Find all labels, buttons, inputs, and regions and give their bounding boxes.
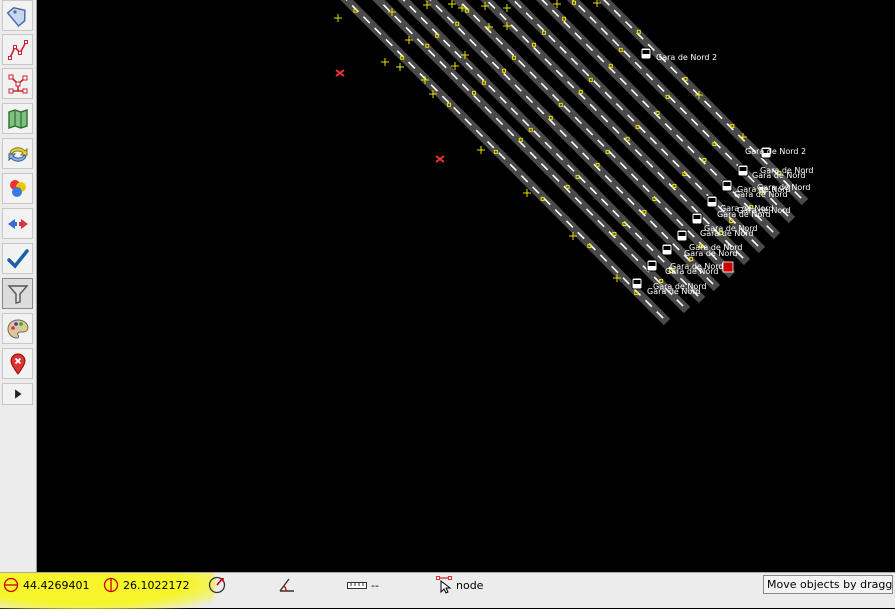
station-label: Gara de Nord <box>700 229 754 238</box>
filter-icon <box>6 284 29 304</box>
draw-way-icon <box>7 39 28 60</box>
relation-icon <box>8 74 27 93</box>
crossing-node[interactable] <box>503 4 511 12</box>
bus-stop-window[interactable] <box>642 50 650 54</box>
bus-stop-window[interactable] <box>663 246 671 250</box>
tag-icon <box>6 6 26 27</box>
remove-marker-button[interactable] <box>2 348 33 379</box>
bus-stop-window[interactable] <box>678 232 686 236</box>
bus-stop-window[interactable] <box>708 198 716 202</box>
bus-stop-window[interactable] <box>693 215 701 219</box>
station-label: Gara de Nord <box>737 206 791 215</box>
ruler-icon <box>347 582 367 589</box>
left-toolbar <box>0 0 37 572</box>
crossing-node[interactable] <box>396 63 404 71</box>
layers-button[interactable] <box>2 173 33 204</box>
bus-stop-window[interactable] <box>723 182 731 186</box>
map-canvas[interactable] <box>37 0 895 572</box>
map-button[interactable] <box>2 103 33 134</box>
expand-arrow-icon <box>14 389 21 399</box>
draw-way-button[interactable] <box>2 34 33 65</box>
paint-style-button[interactable] <box>2 313 33 344</box>
crossing-node[interactable] <box>334 14 342 22</box>
station-label: Gara de Nord 2 <box>745 147 807 156</box>
crossing-node[interactable] <box>477 146 485 154</box>
refresh-button[interactable] <box>2 138 33 169</box>
crossing-node[interactable] <box>381 58 389 66</box>
station-label: Gara de Nord <box>665 267 719 276</box>
bus-stop-window[interactable] <box>739 167 747 171</box>
distance-display: -- <box>347 575 379 595</box>
heading-display <box>208 575 230 595</box>
filter-button[interactable] <box>2 278 33 309</box>
longitude-display: 26.1022172 <box>103 575 189 595</box>
merge-button[interactable] <box>2 208 33 239</box>
bus-stop-window[interactable] <box>633 280 641 284</box>
layers-icon <box>9 179 26 197</box>
station-label: Gara de Nord 2 <box>656 53 718 62</box>
error-marker[interactable] <box>335 69 345 77</box>
node-select-icon <box>436 576 452 594</box>
expand-toolbar-button[interactable] <box>2 383 33 405</box>
angle-icon <box>279 578 294 592</box>
distance-value: -- <box>371 578 379 592</box>
angle-display <box>278 575 300 595</box>
bus-stop-window[interactable] <box>648 262 656 266</box>
station-label: Gara de Nord <box>752 171 806 180</box>
paint-palette-icon <box>6 318 29 339</box>
longitude-icon <box>103 577 119 593</box>
remove-marker-icon <box>9 353 26 375</box>
tag-button[interactable] <box>2 0 33 31</box>
relation-button[interactable] <box>2 68 33 99</box>
validate-check-icon <box>6 248 29 269</box>
map-icon <box>7 108 28 129</box>
station-label: Gara de Nord <box>684 249 738 258</box>
help-text: Move objects by dragging; <box>763 575 893 594</box>
error-marker[interactable] <box>435 155 445 163</box>
mode-value: node <box>456 578 484 592</box>
latitude-icon <box>3 577 19 593</box>
merge-icon <box>7 218 28 229</box>
longitude-value: 26.1022172 <box>123 578 190 592</box>
compass-heading-icon <box>208 576 226 594</box>
latitude-value: 44.4269401 <box>23 578 90 592</box>
map-view[interactable]: Gara de Nord 2 Gara de Nord 2 Gara de Nord… <box>37 0 895 572</box>
selected-node[interactable] <box>722 261 734 273</box>
station-label: Gara de Nord <box>647 287 701 296</box>
status-bar: 44.4269401 26.1022172 -- node Move objec… <box>0 572 895 609</box>
station-label: Gara de Nord <box>757 183 811 192</box>
validate-button[interactable] <box>2 243 33 274</box>
refresh-icon <box>8 146 27 162</box>
latitude-display: 44.4269401 <box>3 575 89 595</box>
mode-display: node <box>436 575 483 595</box>
